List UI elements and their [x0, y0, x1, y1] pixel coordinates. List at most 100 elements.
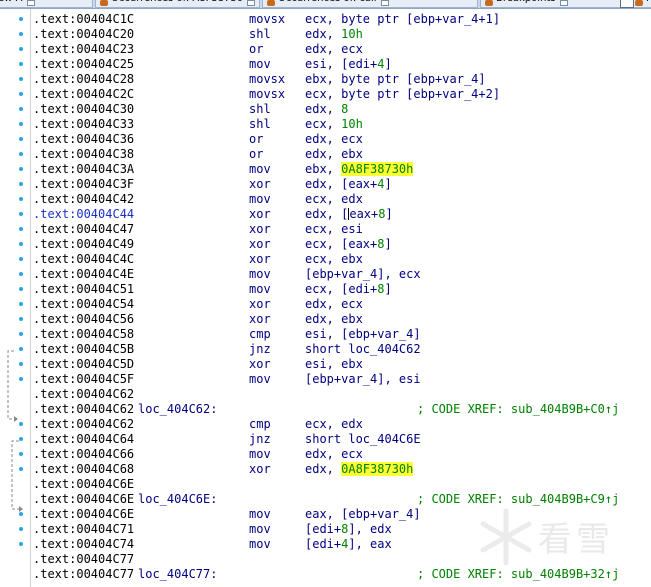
operand-text: ecx, [edi+ [305, 282, 378, 296]
listing-row[interactable]: .text:00404C23 or edx, ecx [31, 42, 651, 57]
operands[interactable]: ecx, esi [305, 222, 363, 237]
operands[interactable]: ecx, edx [305, 192, 363, 207]
mnemonic: xor [249, 177, 271, 191]
listing-row[interactable]: .text:00404C28 movsx ebx, byte ptr [ebp+va… [31, 72, 651, 87]
operands[interactable]: ecx, byte ptr [ebp+var_4+1] [305, 12, 500, 27]
mnemonic: or [249, 42, 264, 56]
operand-text: edx, [305, 462, 342, 476]
close-window-button[interactable] [620, 0, 634, 8]
operands[interactable]: edx, [eax+4] [305, 177, 392, 192]
row-address: .text:00404C2C [33, 87, 135, 101]
listing-row[interactable]: .text:00404C5F mov [ebp+var_4], esi [31, 372, 651, 387]
operands[interactable]: edx, [eax+8] [305, 207, 393, 222]
listing-row[interactable]: .text:00404C1C movsx ecx, byte ptr [ebp+va… [31, 12, 651, 27]
operands[interactable]: esi, ebx [305, 357, 363, 372]
operands[interactable]: edx, ecx [305, 42, 363, 57]
operands[interactable]: short loc_404C6E [305, 432, 421, 447]
tab-2[interactable]: Occurrences of: call [262, 0, 478, 8]
tab-close-icon[interactable] [380, 0, 389, 6]
tab-1[interactable]: Occurrences of: A8F38730 [95, 0, 260, 8]
tab-0[interactable]: ...-View-A [0, 0, 93, 8]
operands[interactable]: ecx, 10h [305, 117, 363, 132]
mnemonic: mov [249, 267, 271, 281]
listing-row[interactable]: .text:00404C62 cmp ecx, edx [31, 417, 651, 432]
operands[interactable]: edx, ecx [305, 297, 363, 312]
tab-close-icon[interactable] [26, 0, 35, 6]
operands[interactable]: [edi+4], eax [305, 537, 392, 552]
operands[interactable]: esi, [edi+4] [305, 57, 392, 72]
listing-row[interactable]: .text:00404C62 loc_404C62: ; CODE XREF: su… [31, 402, 651, 417]
listing-row[interactable]: .text:00404C64 jnz short loc_404C6E [31, 432, 651, 447]
xref-comment[interactable]: ; CODE XREF: sub_404B9B+C0↑j [417, 402, 619, 417]
code-label[interactable]: loc_404C62: [138, 402, 217, 417]
operand-text: edx, ecx [305, 297, 363, 311]
row-address: .text:00404C38 [33, 147, 135, 161]
listing-row[interactable]: .text:00404C2C movsx ecx, byte ptr [ebp+va… [31, 87, 651, 102]
mnemonic: or [249, 132, 264, 146]
operands[interactable]: ecx, [eax+8] [305, 237, 392, 252]
tab-close-icon[interactable] [247, 0, 256, 6]
operands[interactable]: edx, ecx [305, 447, 363, 462]
listing-row[interactable]: .text:00404C38 or edx, ebx [31, 147, 651, 162]
listing-row[interactable]: .text:00404C5B jnz short loc_404C62 [31, 342, 651, 357]
listing-row[interactable]: .text:00404C3A mov ebx, 0A8F38730h [31, 162, 651, 177]
operands[interactable]: ebx, 0A8F38730h [305, 162, 414, 177]
listing-row[interactable]: .text:00404C20 shl edx, 10h [31, 27, 651, 42]
mnemonic: mov [249, 507, 271, 521]
listing-row[interactable]: .text:00404C58 cmp esi, [ebp+var_4] [31, 327, 651, 342]
mnemonic: or [249, 147, 264, 161]
operands[interactable]: [ebp+var_4], ecx [305, 267, 421, 282]
operands[interactable]: [edi+8], edx [305, 522, 392, 537]
operand-text: ], edx [348, 522, 392, 536]
listing-row[interactable]: .text:00404C51 mov ecx, [edi+8] [31, 282, 651, 297]
listing-row[interactable]: .text:00404C49 xor ecx, [eax+8] [31, 237, 651, 252]
operands[interactable]: edx, ebx [305, 312, 363, 327]
operands[interactable]: short loc_404C62 [305, 342, 421, 357]
operands[interactable]: edx, 0A8F38730h [305, 462, 414, 477]
listing-row[interactable]: .text:00404C5D xor esi, ebx [31, 357, 651, 372]
listing-row[interactable]: .text:00404C47 xor ecx, esi [31, 222, 651, 237]
operands[interactable]: ecx, byte ptr [ebp+var_4+2] [305, 87, 500, 102]
listing-row[interactable]: .text:00404C4C xor ecx, ebx [31, 252, 651, 267]
row-address: .text:00404C6E [33, 477, 135, 491]
tab-3[interactable]: Breakpoints [480, 0, 628, 8]
listing-row[interactable]: .text:00404C4E mov [ebp+var_4], ecx [31, 267, 651, 282]
operands[interactable]: edx, ebx [305, 147, 363, 162]
listing-row[interactable]: .text:00404C33 shl ecx, 10h [31, 117, 651, 132]
operands[interactable]: [ebp+var_4], esi [305, 372, 421, 387]
listing-row[interactable]: .text:00404C42 mov ecx, edx [31, 192, 651, 207]
listing-row[interactable]: .text:00404C62 [31, 387, 651, 402]
row-address: .text:00404C77 [33, 552, 135, 566]
listing-row[interactable]: .text:00404C25 mov esi, [edi+4] [31, 57, 651, 72]
snowflake-icon [480, 508, 532, 566]
listing-row[interactable]: .text:00404C30 shl edx, 8 [31, 102, 651, 117]
listing-row[interactable]: .text:00404C68 xor edx, 0A8F38730h [31, 462, 651, 477]
mnemonic: jnz [249, 342, 271, 356]
disassembly-listing[interactable]: .text:00404C1C movsx ecx, byte ptr [ebp+va… [31, 9, 651, 587]
operands[interactable]: eax, [ebp+var_4] [305, 507, 421, 522]
operands[interactable]: ecx, ebx [305, 252, 363, 267]
operands[interactable]: ecx, [edi+8] [305, 282, 392, 297]
operands[interactable]: esi, [ebp+var_4] [305, 327, 421, 342]
operands[interactable]: ecx, edx [305, 417, 363, 432]
listing-row[interactable]: .text:00404C54 xor edx, ecx [31, 297, 651, 312]
tab-label: He [646, 0, 651, 4]
listing-row[interactable]: .text:00404C6E [31, 477, 651, 492]
operands[interactable]: edx, ecx [305, 132, 363, 147]
operands[interactable]: edx, 10h [305, 27, 363, 42]
operands[interactable]: ebx, byte ptr [ebp+var_4] [305, 72, 486, 87]
code-label[interactable]: loc_404C77: [138, 567, 217, 582]
listing-row[interactable]: .text:00404C66 mov edx, ecx [31, 447, 651, 462]
jump-arrow-loc_404C62 [7, 350, 18, 422]
listing-row[interactable]: .text:00404C44 xor edx, [eax+8] [31, 207, 651, 222]
operands[interactable]: edx, 8 [305, 102, 348, 117]
operand-text: ecx, byte ptr [ebp+var_4+1] [305, 12, 501, 26]
tab-close-icon[interactable] [559, 0, 568, 6]
listing-row[interactable]: .text:00404C36 or edx, ecx [31, 132, 651, 147]
listing-row[interactable]: .text:00404C3F xor edx, [eax+4] [31, 177, 651, 192]
row-address: .text:00404C64 [33, 432, 135, 446]
operand-text: ecx, edx [305, 192, 363, 206]
listing-row[interactable]: .text:00404C56 xor edx, ebx [31, 312, 651, 327]
operand-text: [edi+ [305, 537, 342, 551]
code-label[interactable]: loc_404C6E: [138, 492, 217, 507]
